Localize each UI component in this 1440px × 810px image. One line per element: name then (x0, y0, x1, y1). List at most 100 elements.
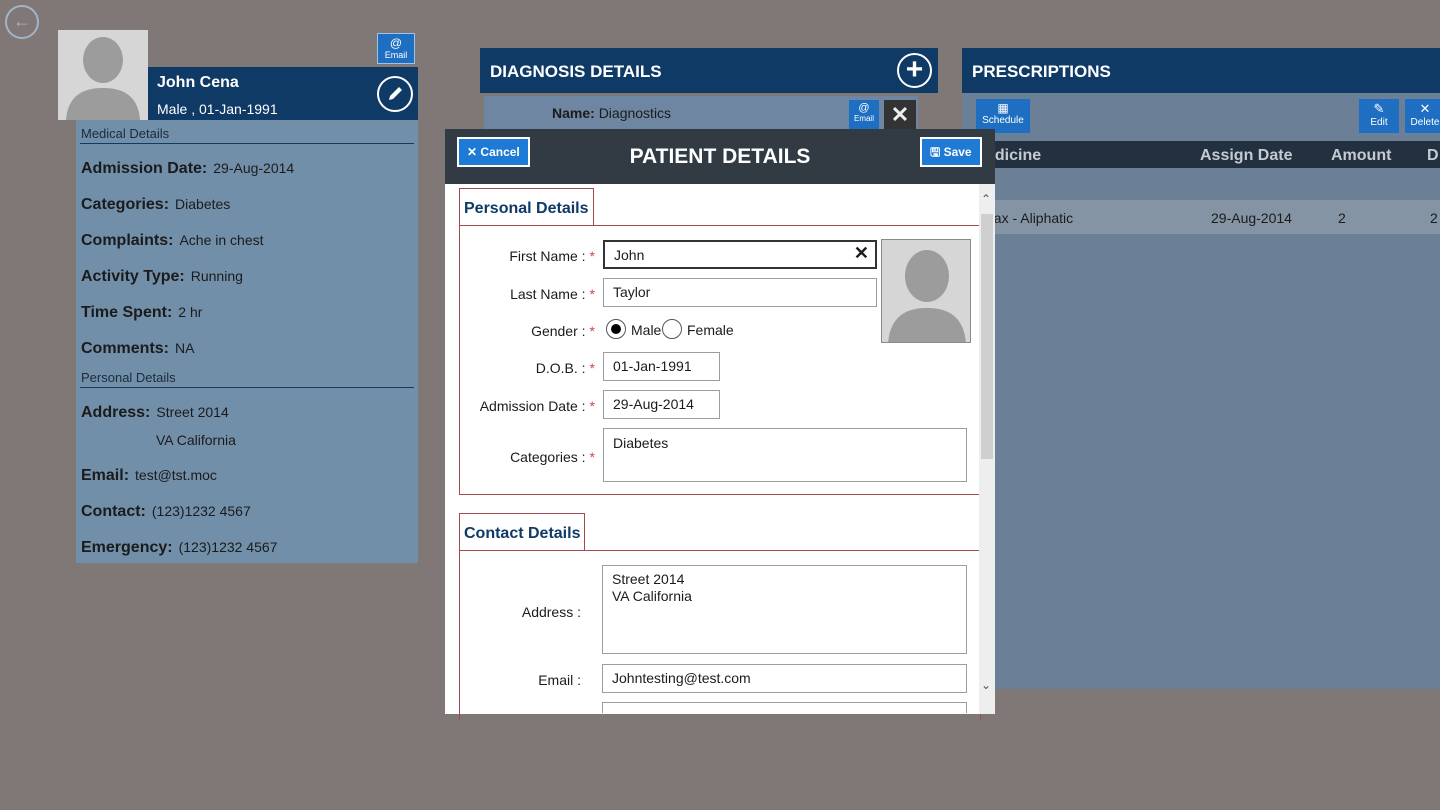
schedule-label: Schedule (982, 115, 1024, 126)
table-row[interactable]: nax - Aliphatic 29-Aug-2014 2 2 (962, 200, 1440, 234)
required-mark: * (589, 286, 595, 302)
at-icon: @ (389, 36, 403, 50)
categories-value: Diabetes (175, 196, 231, 212)
gender-label-text: Gender : (531, 323, 586, 339)
emergency-row: Emergency: (123)1232 4567 (81, 539, 277, 557)
admission-date-input[interactable]: 29-Aug-2014 (603, 390, 720, 419)
cell-medicine: nax - Aliphatic (986, 210, 1074, 226)
delete-label: Delete (1410, 117, 1440, 128)
categories-label: Categories: (81, 196, 170, 213)
diagnosis-email-label: Email (853, 114, 874, 123)
dob-value: 01-Jan-1991 (613, 358, 692, 374)
last-name-label-text: Last Name : (510, 286, 586, 302)
address-line2: VA California (612, 588, 692, 604)
complaints-row: Complaints: Ache in chest (81, 232, 264, 250)
prescriptions-panel (962, 93, 1440, 689)
categories-label: Categories : * (460, 449, 595, 465)
comments-value: NA (175, 340, 195, 356)
last-name-label: Last Name : * (460, 286, 595, 302)
email-label: Email : (538, 672, 581, 688)
address-label: Address: (81, 404, 151, 421)
close-icon: ✕ (1419, 101, 1431, 116)
required-mark: * (589, 360, 595, 376)
required-mark: * (589, 323, 595, 339)
contact-label: Contact: (81, 503, 146, 520)
edit-prescription-button[interactable]: ✎ Edit (1359, 99, 1399, 133)
delete-diagnosis-button[interactable]: ✕ (884, 100, 916, 130)
admission-row: Admission Date: 29-Aug-2014 (81, 160, 294, 178)
prescriptions-header: PRESCRIPTIONS (962, 48, 1440, 93)
at-icon: @ (858, 102, 870, 114)
required-mark: * (589, 449, 595, 465)
save-icon: 🖫 (930, 145, 941, 159)
dialog-header: ✕ Cancel PATIENT DETAILS 🖫 Save (445, 129, 995, 184)
edit-icon: ✎ (1373, 101, 1385, 116)
patient-header: John Cena Male , 01-Jan-1991 (148, 67, 418, 120)
diagnosis-name-label: Name: (552, 105, 595, 121)
clear-input-icon[interactable]: ✕ (854, 243, 869, 264)
save-button[interactable]: 🖫 Save (920, 137, 982, 167)
diagnosis-email-button[interactable]: @ Email (849, 100, 879, 130)
divider (80, 387, 414, 388)
email-button[interactable]: @ Email (377, 33, 415, 64)
contact-row: Contact: (123)1232 4567 (81, 503, 251, 521)
activity-row: Activity Type: Running (81, 268, 243, 286)
calendar-icon: ▦ (997, 101, 1009, 115)
email-value: test@tst.moc (135, 467, 217, 483)
patient-photo[interactable] (881, 239, 971, 343)
activity-label: Activity Type: (81, 268, 185, 285)
scroll-up-icon[interactable]: ⌃ (981, 192, 991, 206)
diagnosis-header: DIAGNOSIS DETAILS + (480, 48, 938, 93)
patient-details-card: Medical Details Admission Date: 29-Aug-20… (76, 120, 418, 563)
schedule-button[interactable]: ▦ Schedule (976, 99, 1030, 133)
categories-value: Diabetes (613, 435, 669, 451)
patient-name: John Cena (157, 74, 239, 91)
last-name-input[interactable]: Taylor (603, 278, 877, 307)
contact-value: (123)1232 4567 (151, 503, 251, 519)
gender-female-label[interactable]: Female (687, 322, 734, 338)
contact-input[interactable] (602, 702, 967, 713)
patient-details-dialog: ✕ Cancel PATIENT DETAILS 🖫 Save Personal… (445, 129, 995, 720)
activity-value: Running (190, 268, 243, 284)
admission-date-label: Admission Date : * (460, 398, 595, 414)
column-header-assign-date: Assign Date (1200, 147, 1293, 164)
admission-value: 29-Aug-2014 (213, 160, 295, 176)
save-label: Save (943, 145, 972, 159)
complaints-label: Complaints: (81, 232, 174, 249)
address-row: Address: Street 2014 (81, 404, 229, 422)
admission-label: Admission Date: (81, 160, 208, 177)
dob-input[interactable]: 01-Jan-1991 (603, 352, 720, 381)
gender-male-radio[interactable] (606, 319, 626, 339)
back-button[interactable]: ← (5, 5, 39, 39)
first-name-label-text: First Name : (509, 248, 586, 264)
divider (80, 143, 414, 144)
cell-amount: 2 (1338, 210, 1346, 226)
email-input[interactable]: Johntesting@test.com (602, 664, 967, 693)
time-spent-value: 2 hr (178, 304, 203, 320)
first-name-input[interactable]: John ✕ (603, 240, 877, 269)
complaints-value: Ache in chest (179, 232, 264, 248)
first-name-value: John (614, 247, 645, 263)
prescriptions-title: PRESCRIPTIONS (972, 62, 1111, 81)
dialog-title: PATIENT DETAILS (629, 145, 811, 168)
edit-label: Edit (1370, 117, 1388, 128)
scrollbar-thumb[interactable] (981, 214, 993, 459)
time-spent-label: Time Spent: (81, 304, 173, 321)
address-textarea[interactable]: Street 2014 VA California (602, 565, 967, 654)
column-header-d: D (1427, 147, 1439, 164)
email-row: Email: test@tst.moc (81, 467, 217, 485)
dob-label-text: D.O.B. : (535, 360, 586, 376)
personal-details-title: Personal Details (81, 370, 176, 385)
edit-patient-button[interactable] (377, 76, 413, 112)
scroll-down-icon[interactable]: ⌄ (981, 678, 991, 692)
address-label: Address : (521, 604, 581, 620)
gender-male-label[interactable]: Male (631, 322, 661, 338)
delete-prescription-button[interactable]: ✕ Delete (1405, 99, 1440, 133)
diagnosis-name-value: Diagnostics (598, 105, 672, 121)
gender-female-radio[interactable] (662, 319, 682, 339)
categories-textarea[interactable]: Diabetes (603, 428, 967, 482)
last-name-value: Taylor (613, 284, 651, 300)
dob-label: D.O.B. : * (460, 360, 595, 376)
add-diagnosis-button[interactable]: + (897, 53, 932, 88)
dialog-scrollbar[interactable]: ⌃ ⌄ (979, 184, 995, 714)
